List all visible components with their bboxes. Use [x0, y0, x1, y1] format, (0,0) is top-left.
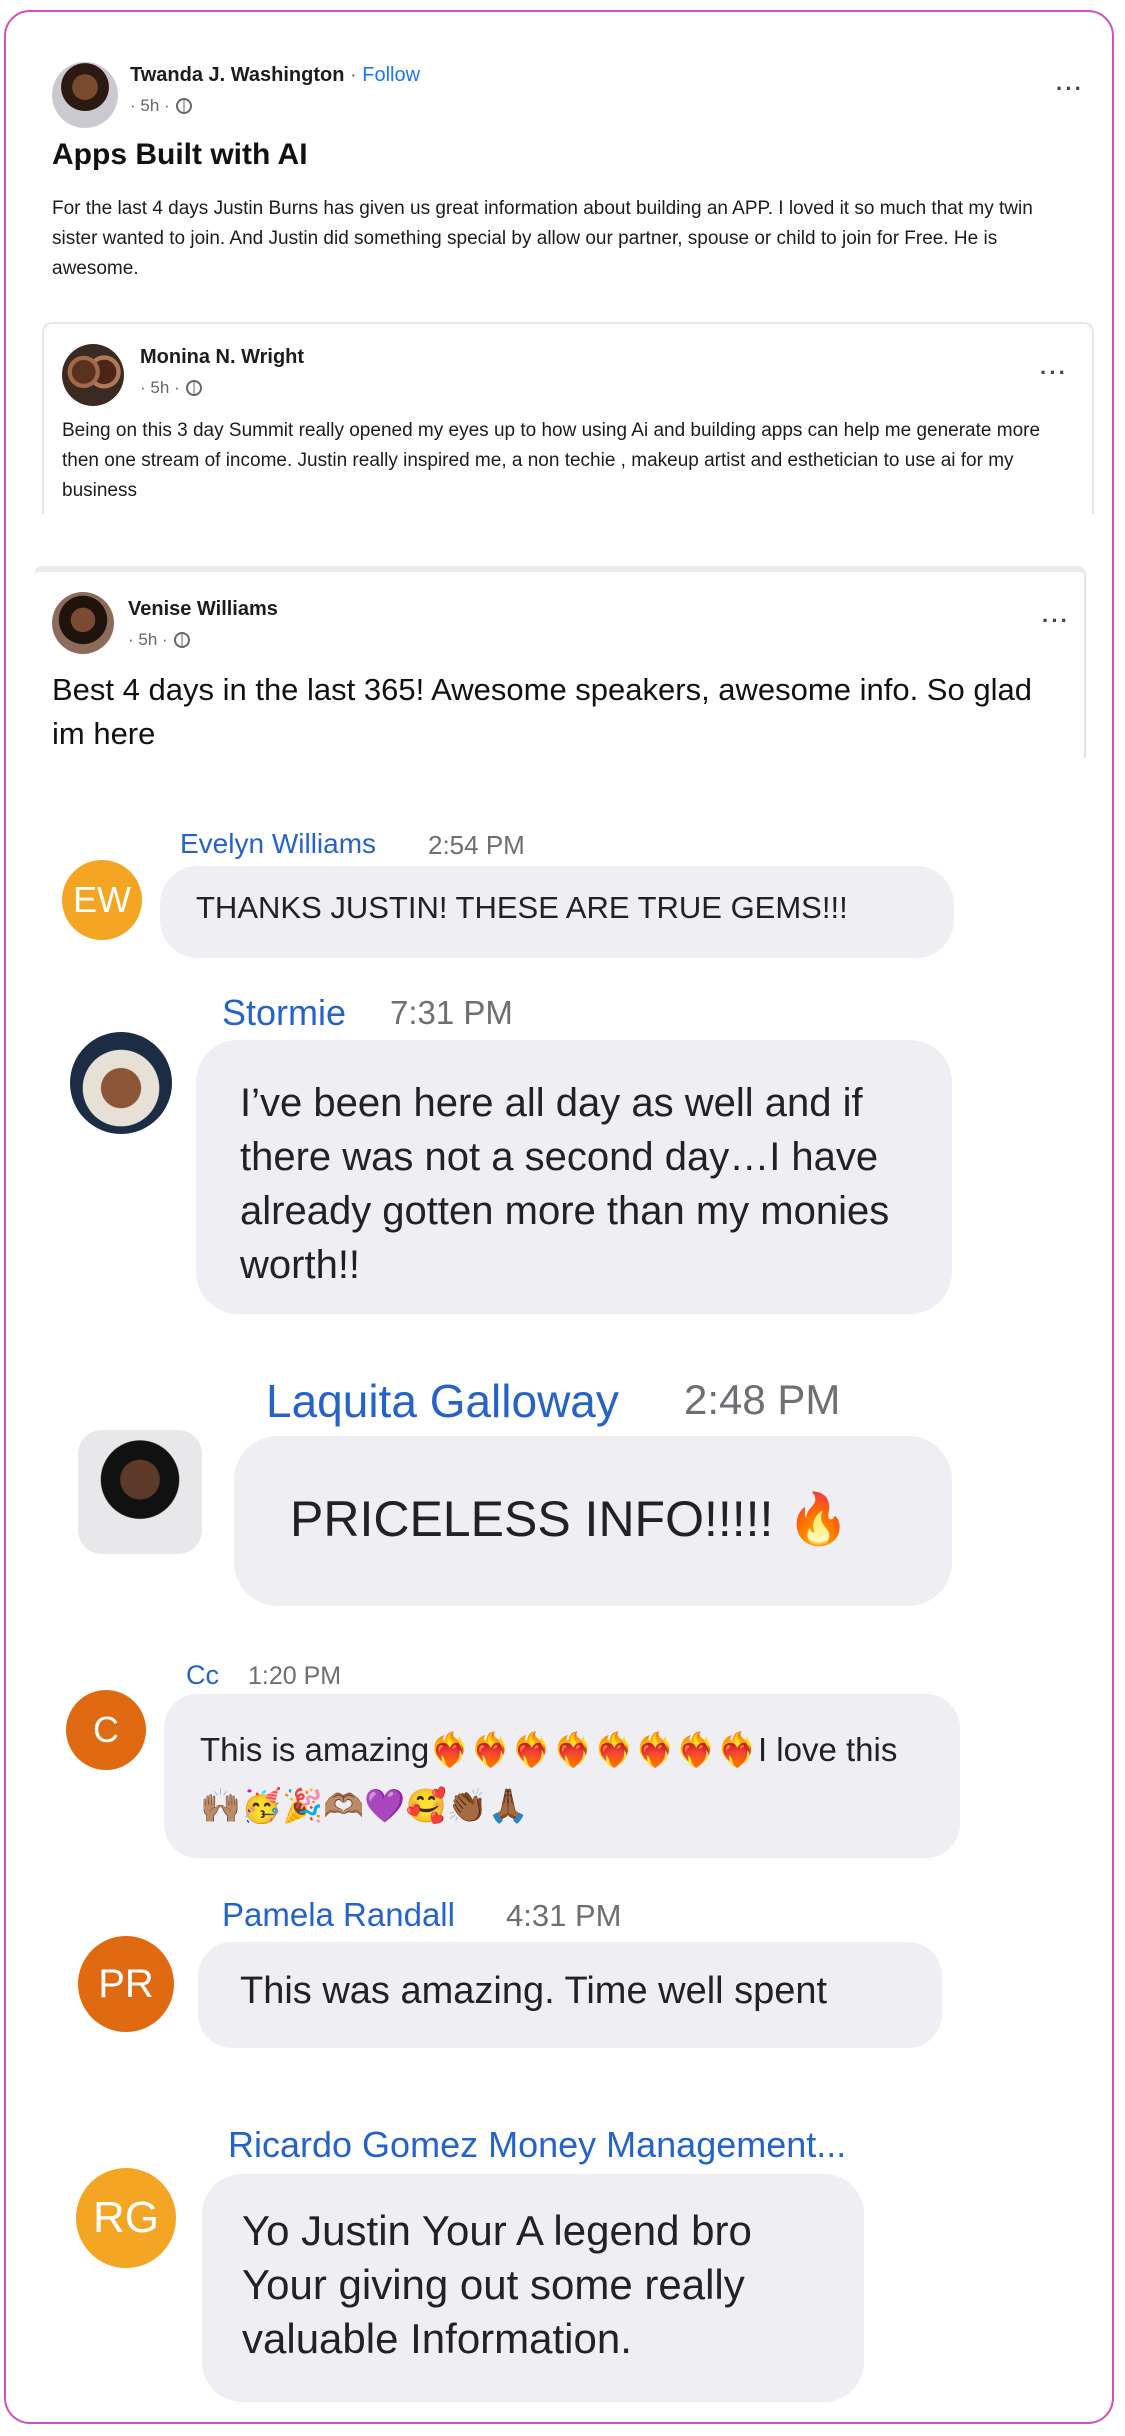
chat-message-bubble[interactable]: I’ve been here all day as well and if th… — [196, 1040, 952, 1314]
chat-timestamp: 2:54 PM — [428, 830, 525, 860]
chat-message-text: I’ve been here all day as well and if th… — [240, 1081, 890, 1287]
post-body: Being on this 3 day Summit really opened… — [62, 420, 1041, 501]
post-twanda: Twanda J. Washington · Follow · 5h · ···… — [34, 30, 1094, 320]
chat-sender-name[interactable]: Stormie — [222, 992, 346, 1034]
post-time: · 5h · — [128, 630, 168, 649]
chat-timestamp: 4:31 PM — [506, 1898, 622, 1933]
venise-avatar[interactable] — [52, 592, 114, 654]
monina-avatar[interactable] — [62, 344, 124, 406]
post-body: For the last 4 days Justin Burns has giv… — [52, 198, 1033, 279]
stormie-avatar[interactable] — [70, 1032, 172, 1134]
chat-timestamp: 1:20 PM — [248, 1662, 342, 1690]
avatar-ew[interactable]: EW — [62, 860, 142, 940]
avatar-rg[interactable]: RG — [76, 2168, 176, 2268]
globe-icon — [173, 632, 190, 648]
chat-message-text: THANKS JUSTIN! THESE ARE TRUE GEMS!!! — [196, 890, 848, 925]
post-monina: Monina N. Wright · 5h · ··· Being on thi… — [42, 322, 1094, 514]
chat-message-bubble[interactable]: Yo Justin Your A legend bro Your giving … — [202, 2174, 864, 2402]
more-options-icon[interactable]: ··· — [1040, 360, 1068, 386]
more-options-icon[interactable]: ··· — [1056, 76, 1084, 102]
chat-message-bubble[interactable]: PRICELESS INFO!!!!! 🔥 — [234, 1436, 952, 1606]
post-author-name[interactable]: Twanda J. Washington — [130, 64, 344, 86]
globe-icon — [185, 380, 202, 396]
chat-message-bubble[interactable]: THANKS JUSTIN! THESE ARE TRUE GEMS!!! — [160, 866, 954, 958]
post-body: Best 4 days in the last 365! Awesome spe… — [52, 672, 1032, 751]
chat-message-text: PRICELESS INFO!!!!! 🔥 — [290, 1491, 850, 1547]
separator-dot: · — [350, 64, 357, 86]
post-time: · 5h · — [130, 96, 170, 115]
more-options-icon[interactable]: ··· — [1042, 608, 1070, 634]
chat-sender-name[interactable]: Ricardo Gomez Money Management... — [228, 2124, 846, 2166]
chat-message-text: This was amazing. Time well spent — [240, 1970, 828, 2012]
post-time: · 5h · — [140, 378, 180, 397]
chat-message-text: Yo Justin Your A legend bro Your giving … — [242, 2207, 752, 2362]
globe-icon — [175, 98, 192, 114]
follow-link[interactable]: Follow — [362, 64, 420, 86]
chat-message-text: This is amazing❤️‍🔥❤️‍🔥❤️‍🔥❤️‍🔥❤️‍🔥❤️‍🔥❤… — [200, 1731, 898, 1824]
post-author-name[interactable]: Monina N. Wright — [140, 346, 304, 369]
chat-sender-name[interactable]: Pamela Randall — [222, 1896, 455, 1934]
chat-sender-name[interactable]: Evelyn Williams — [180, 828, 376, 860]
chat-timestamp: 2:48 PM — [684, 1376, 841, 1423]
post-author-name[interactable]: Venise Williams — [128, 598, 278, 621]
chat-message-bubble[interactable]: This is amazing❤️‍🔥❤️‍🔥❤️‍🔥❤️‍🔥❤️‍🔥❤️‍🔥❤… — [164, 1694, 960, 1858]
twanda-avatar[interactable] — [52, 62, 118, 128]
laquita-avatar[interactable] — [78, 1430, 202, 1554]
chat-sender-name[interactable]: Cc — [186, 1660, 219, 1691]
chat-timestamp: 7:31 PM — [390, 994, 513, 1031]
post-venise: Venise Williams · 5h · ··· Best 4 days i… — [34, 566, 1086, 758]
chat-message-bubble[interactable]: This was amazing. Time well spent — [198, 1942, 942, 2048]
avatar-pr[interactable]: PR — [78, 1936, 174, 2032]
post-title: Apps Built with AI — [52, 138, 308, 171]
avatar-c[interactable]: C — [66, 1690, 146, 1770]
chat-sender-name[interactable]: Laquita Galloway — [266, 1374, 619, 1428]
